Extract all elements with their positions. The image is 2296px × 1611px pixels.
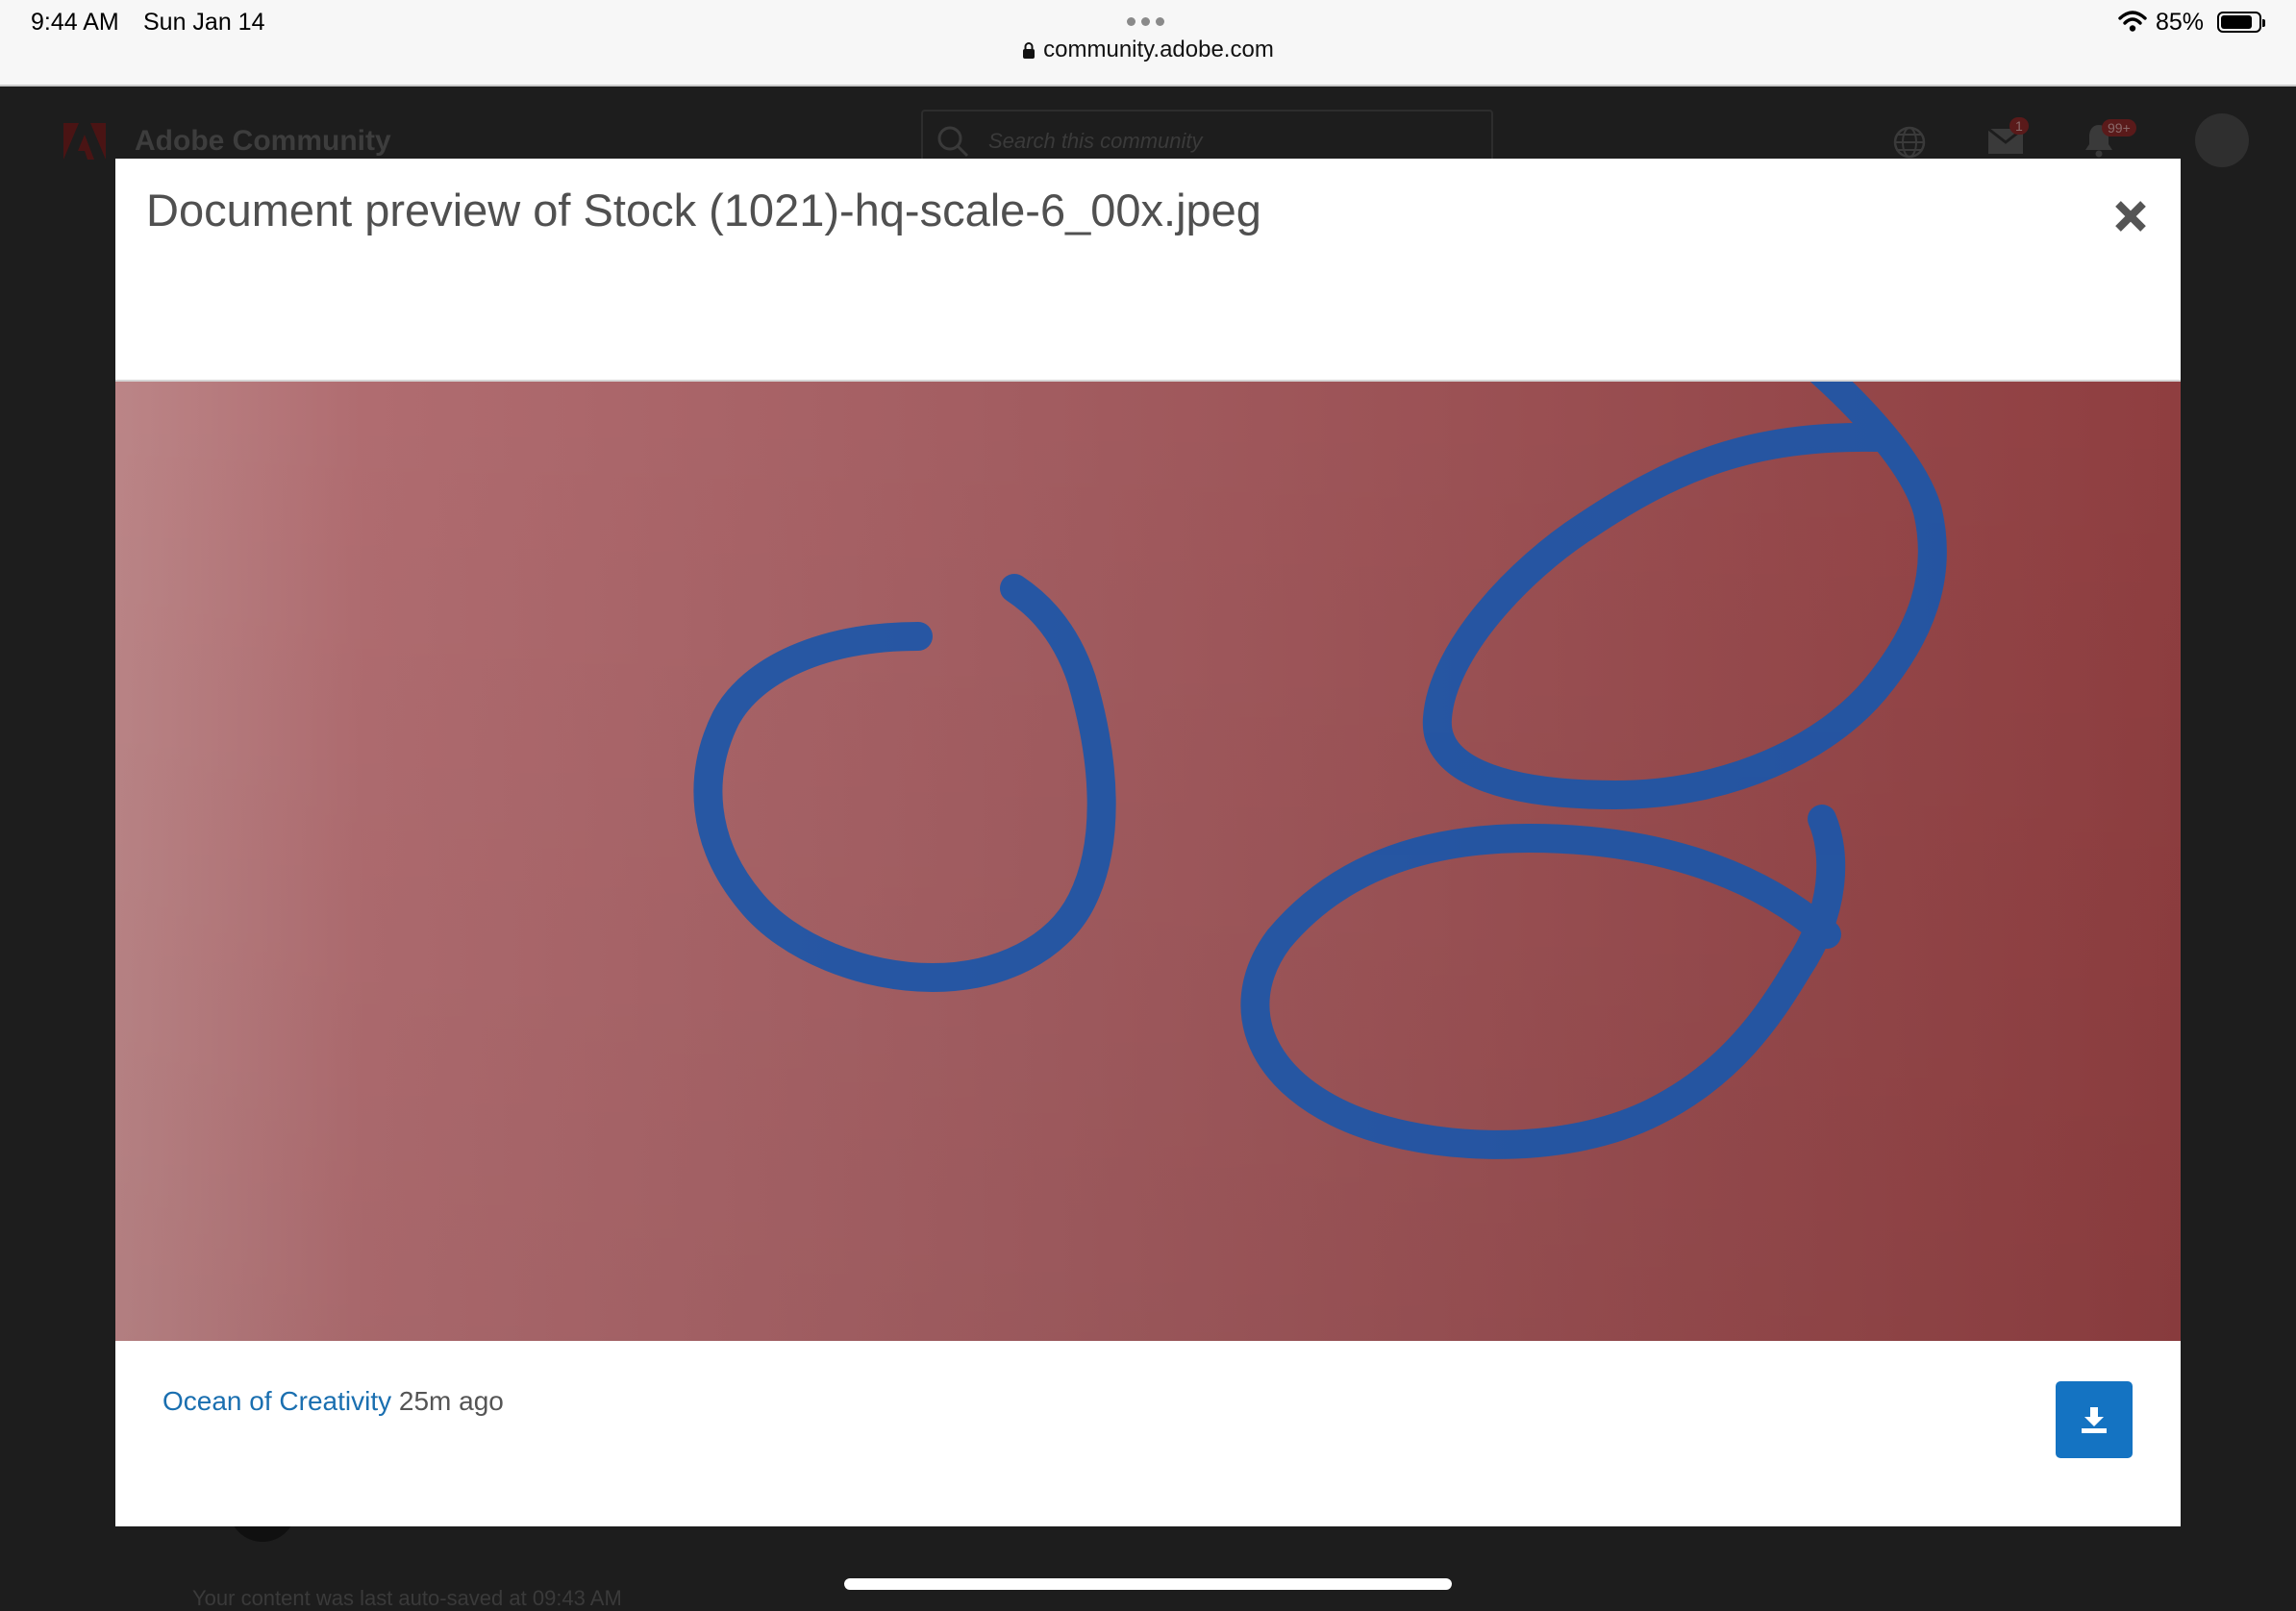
background-search-placeholder: Search this community [988,129,1203,153]
avatar [2195,113,2249,167]
wifi-icon [2118,10,2147,37]
download-icon [2082,1407,2107,1433]
download-button[interactable] [2056,1381,2133,1458]
close-icon [2115,201,2146,232]
lock-icon [1022,38,1036,65]
notification-badge: 99+ [2102,119,2136,136]
background-autosave-text: Your content was last auto-saved at 09:4… [192,1586,622,1610]
home-indicator[interactable] [844,1578,1452,1590]
modal-title: Document preview of Stock (1021)-hq-scal… [146,185,1261,235]
browser-top-bar: 9:44 AM Sun Jan 14 community.adobe.com 8… [0,0,2296,87]
status-time: 9:44 AM [31,9,119,36]
author-link[interactable]: Ocean of Creativity [162,1386,391,1416]
status-date: Sun Jan 14 [143,9,265,36]
url-text: community.adobe.com [1043,37,1274,62]
more-dots-icon[interactable] [1127,17,1164,26]
battery-icon [2217,12,2265,33]
background-site-title: Adobe Community [135,125,391,157]
preview-image [115,382,2181,1341]
battery-percent: 85% [2156,9,2205,36]
preview-meta: Ocean of Creativity 25m ago [162,1386,504,1417]
search-icon [936,125,969,162]
address-bar[interactable]: community.adobe.com [0,37,2296,65]
message-badge: 1 [2009,117,2029,135]
image-preview [115,380,2181,1341]
close-button[interactable] [2111,197,2150,235]
time-ago: 25m ago [398,1386,504,1416]
document-preview-modal: Document preview of Stock (1021)-hq-scal… [115,159,2181,1526]
adobe-logo-icon [63,123,106,160]
